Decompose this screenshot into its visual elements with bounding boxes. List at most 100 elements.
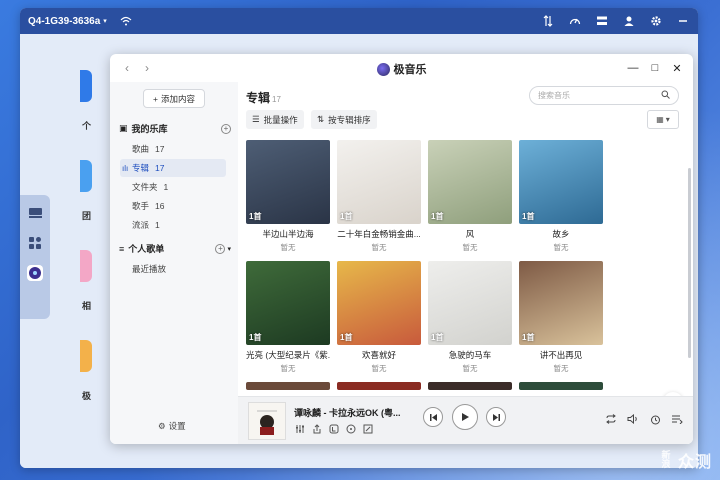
chevron-down-icon: ▾ [665,115,670,124]
album-card[interactable]: 1首 急驶的马车 暂无 [428,261,512,374]
batch-action-button[interactable]: ☰ 批量操作 [246,110,304,129]
album-cover[interactable] [337,382,421,390]
view-mode-button[interactable]: ▦ ▾ [647,110,679,129]
album-card[interactable]: 1首风暂无 [428,140,512,253]
transfer-icon[interactable] [541,14,555,28]
close-icon[interactable]: ✕ [671,62,683,75]
chevron-down-icon[interactable]: ▾ [227,245,231,253]
album-card[interactable]: 1首 讲不出再见 暂无 [519,261,603,374]
album-cover[interactable]: 1首 [428,140,512,224]
play-button[interactable] [452,404,478,430]
album-cover[interactable]: 1首 [246,140,330,224]
album-card[interactable]: 1首 欢喜就好 暂无 [337,261,421,374]
layers-icon[interactable] [595,14,609,28]
minus-icon[interactable] [676,14,690,28]
album-track-count: 1首 [340,333,353,342]
album-card[interactable]: 1首 半边山半边海 暂无 [246,140,330,253]
album-cover[interactable]: 1首 [337,140,421,224]
album-cover[interactable] [519,382,603,390]
apps-grid-icon[interactable] [27,235,43,251]
add-library-icon[interactable]: + [221,123,231,134]
desktop-app-shortcut[interactable] [80,160,92,192]
search-icon[interactable] [661,90,670,101]
edit-icon[interactable] [362,423,373,434]
search-input[interactable]: 搜索音乐 [529,86,679,105]
album-card[interactable]: 1首故乡暂无 [519,140,603,253]
album-cover[interactable] [428,382,512,390]
add-playlist-icon[interactable]: + [215,243,226,254]
playlists-header[interactable]: ≡ 个人歌单 + ▾ [119,242,231,255]
repeat-icon[interactable] [605,413,617,425]
sidebar-item-count: 16 [155,201,165,211]
album-card[interactable] [246,382,330,390]
album-card[interactable]: 1首 光亮 (大型纪录片《紫... 暂无 [246,261,330,374]
scrollbar[interactable] [688,168,691,358]
sidebar-item-albums[interactable]: ılı 专辑 17 [120,159,226,177]
album-cover[interactable]: 1首 [246,261,330,345]
share-icon[interactable] [311,423,322,434]
desktop-app-shortcut[interactable] [80,70,92,102]
playlist-queue-icon[interactable] [671,413,683,425]
sidebar-item-count: 1 [163,182,169,192]
next-button[interactable] [486,407,506,427]
lyrics-icon[interactable] [328,423,339,434]
forward-arrow-icon[interactable]: › [140,61,154,75]
drive-icon[interactable] [27,205,43,221]
album-artist: 暂无 [553,243,569,252]
album-cover[interactable] [246,382,330,390]
equalizer-icon[interactable] [294,423,305,434]
sidebar-item-folders[interactable]: 文件夹 1 [120,178,226,196]
search-placeholder: 搜索音乐 [538,91,570,100]
desktop-app-shortcut[interactable] [80,250,92,282]
user-icon[interactable] [622,14,636,28]
album-track-count: 1首 [249,212,262,221]
maximize-icon[interactable]: □ [649,62,661,75]
sidebar-item-count: 1 [155,220,160,230]
vinyl-icon[interactable] [345,423,356,434]
left-dock [20,195,50,319]
album-title: 讲不出再见 [539,350,583,360]
sidebar-item-recent[interactable]: 最近播放 [120,260,226,278]
settings-button[interactable]: ⚙ 设置 [158,420,186,432]
album-cover[interactable]: 1首 [337,261,421,345]
gear-icon: ⚙ [158,420,166,431]
sidebar-item-genres[interactable]: 流派 1 [120,216,226,234]
album-artist: 暂无 [462,243,478,252]
timer-icon[interactable] [649,413,661,425]
album-card[interactable] [519,382,603,390]
list-icon: ☰ [252,114,260,124]
gear-icon[interactable] [649,14,663,28]
album-title: 欢喜就好 [361,350,396,360]
album-cover[interactable]: 1首 [519,261,603,345]
sort-button[interactable]: ⇅ 按专辑排序 [311,110,377,129]
music-app-icon[interactable] [27,265,43,281]
music-app-window: ‹ › 极音乐 — □ ✕ + 添加内容 ▣ 我的乐库 + 歌曲 17 ılı [110,54,693,444]
grid-icon: ▦ [656,115,664,124]
device-selector[interactable]: Q4-1G39-3636a ▾ [28,16,107,27]
sidebar-item-songs[interactable]: 歌曲 17 [120,140,226,158]
album-title: 故乡 [552,229,570,239]
album-count: 17 [272,95,281,104]
desktop-app-shortcut[interactable] [80,340,92,372]
album-track-count: 1首 [522,212,535,221]
library-icon: ▣ [119,123,128,133]
album-card[interactable] [428,382,512,390]
album-track-count: 1首 [522,333,535,342]
back-arrow-icon[interactable]: ‹ [120,61,134,75]
speedometer-icon[interactable] [568,14,582,28]
sort-icon: ⇅ [317,114,325,124]
sidebar-item-artists[interactable]: 歌手 16 [120,197,226,215]
add-content-button[interactable]: + 添加内容 [143,89,205,108]
wifi-icon [119,14,133,28]
volume-icon[interactable] [627,413,639,425]
minimize-icon[interactable]: — [627,62,639,75]
player-cover[interactable] [248,402,286,440]
previous-button[interactable] [423,407,443,427]
my-library-header[interactable]: ▣ 我的乐库 + [119,122,231,135]
my-library-label: 我的乐库 [131,124,168,134]
album-card[interactable]: 1首 二十年白金畅销金曲... 暂无 [337,140,421,253]
album-cover[interactable]: 1首 [519,140,603,224]
album-card[interactable] [337,382,421,390]
nas-topbar: Q4-1G39-3636a ▾ [20,8,698,34]
album-cover[interactable]: 1首 [428,261,512,345]
